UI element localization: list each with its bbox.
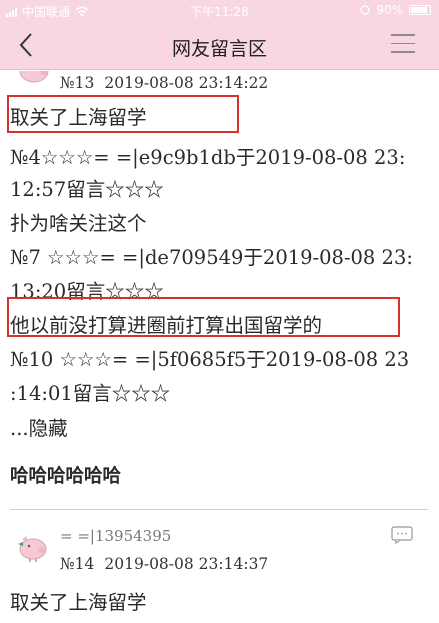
page-title: 网友留言区: [171, 38, 267, 60]
quote-line: 12:57留言☆☆☆: [10, 178, 164, 201]
quote-line: №4☆☆☆= =|e9c9b1db于2019-08-08 23:: [10, 146, 406, 169]
status-bar: 中国联通 下午11:28 90%: [0, 0, 439, 20]
quote-line: №10 ☆☆☆= =|5f0685f5于2019-08-08 23: [10, 348, 410, 371]
battery-percent: 90%: [376, 3, 403, 17]
reply-icon[interactable]: [391, 526, 413, 544]
divider: [10, 509, 428, 510]
comment-timestamp: 2019-08-08 23:14:37: [104, 555, 269, 573]
location-icon: [360, 5, 370, 15]
comment-number: №14: [60, 555, 95, 573]
comment-number: №13: [60, 74, 95, 92]
reply-text: 哈哈哈哈哈哈: [10, 466, 122, 487]
comment-timestamp: 2019-08-08 23:14:22: [104, 74, 269, 92]
pig-avatar-icon: [18, 536, 47, 562]
nav-bar: 网友留言区: [0, 20, 439, 70]
comment-text: 取关了上海留学: [10, 106, 147, 129]
quote-line: :14:01留言☆☆☆: [10, 382, 171, 405]
hidden-quotes-link[interactable]: ...隐藏: [10, 412, 68, 441]
battery-icon: [409, 5, 431, 15]
comment-meta: №13 2019-08-08 23:14:22: [60, 74, 268, 92]
quote-line: №7 ☆☆☆= =|de709549于2019-08-08 23:: [10, 246, 413, 269]
pig-avatar-icon: [19, 71, 49, 83]
quote-text: 他以前没打算进圈前打算出国留学的: [10, 314, 323, 337]
status-right: 90%: [360, 3, 431, 17]
comment-username[interactable]: = =|13954395: [60, 527, 171, 545]
comment-list: №13 2019-08-08 23:14:22 取关了上海留学 №4☆☆☆= =|…: [0, 71, 439, 623]
menu-icon[interactable]: [391, 34, 415, 54]
comment-meta: №14 2019-08-08 23:14:37: [60, 555, 268, 573]
quote-text: 扑为啥关注这个: [10, 212, 147, 235]
comment-text: 取关了上海留学: [10, 591, 147, 614]
